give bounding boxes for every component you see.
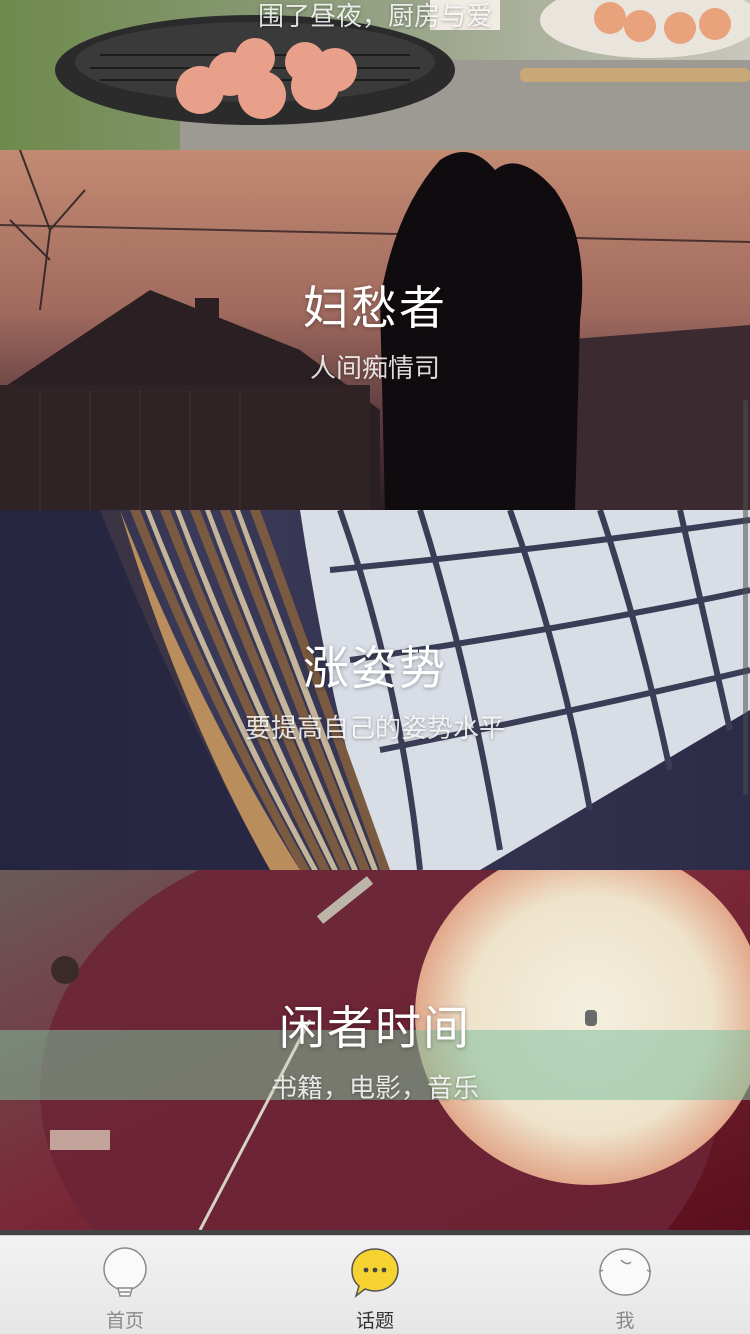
tab-label: 话题 xyxy=(355,1310,394,1332)
topic-subtitle: 书籍，电影，音乐 xyxy=(270,1074,479,1104)
tab-home[interactable]: 首页 xyxy=(0,1236,250,1334)
topic-card-leisure[interactable]: 闲者时间 书籍，电影，音乐 xyxy=(0,870,750,1230)
topic-card-knowledge[interactable]: 涨姿势 要提高自己的姿势水平 xyxy=(0,510,750,870)
topic-title: 闲者时间 xyxy=(279,1001,471,1055)
topics-screen: 围了昼夜，厨房与爱 妇愁者 人间痴情司 涨姿势 要提高自己的姿势水平 闲者时间 … xyxy=(0,0,750,1334)
tab-me[interactable]: 我 xyxy=(500,1236,750,1334)
tab-label: 我 xyxy=(615,1310,635,1332)
tab-topics[interactable]: 话题 xyxy=(250,1236,500,1334)
lightbulb-icon xyxy=(100,1246,150,1306)
face-icon xyxy=(597,1246,653,1302)
topic-card-kitchen[interactable]: 围了昼夜，厨房与爱 xyxy=(0,0,750,150)
tab-bar: 首页 话题 我 xyxy=(0,1235,750,1334)
chat-bubble-icon xyxy=(349,1246,401,1306)
topic-subtitle: 人间痴情司 xyxy=(309,354,440,384)
tab-label: 首页 xyxy=(105,1310,144,1332)
topic-subtitle: 要提高自己的姿势水平 xyxy=(244,714,505,744)
scrollbar[interactable] xyxy=(743,400,748,795)
topic-card-lovers[interactable]: 妇愁者 人间痴情司 xyxy=(0,150,750,510)
topic-title: 妇愁者 xyxy=(303,281,447,335)
topic-subtitle: 围了昼夜，厨房与爱 xyxy=(257,2,492,32)
topic-title: 涨姿势 xyxy=(303,641,447,695)
